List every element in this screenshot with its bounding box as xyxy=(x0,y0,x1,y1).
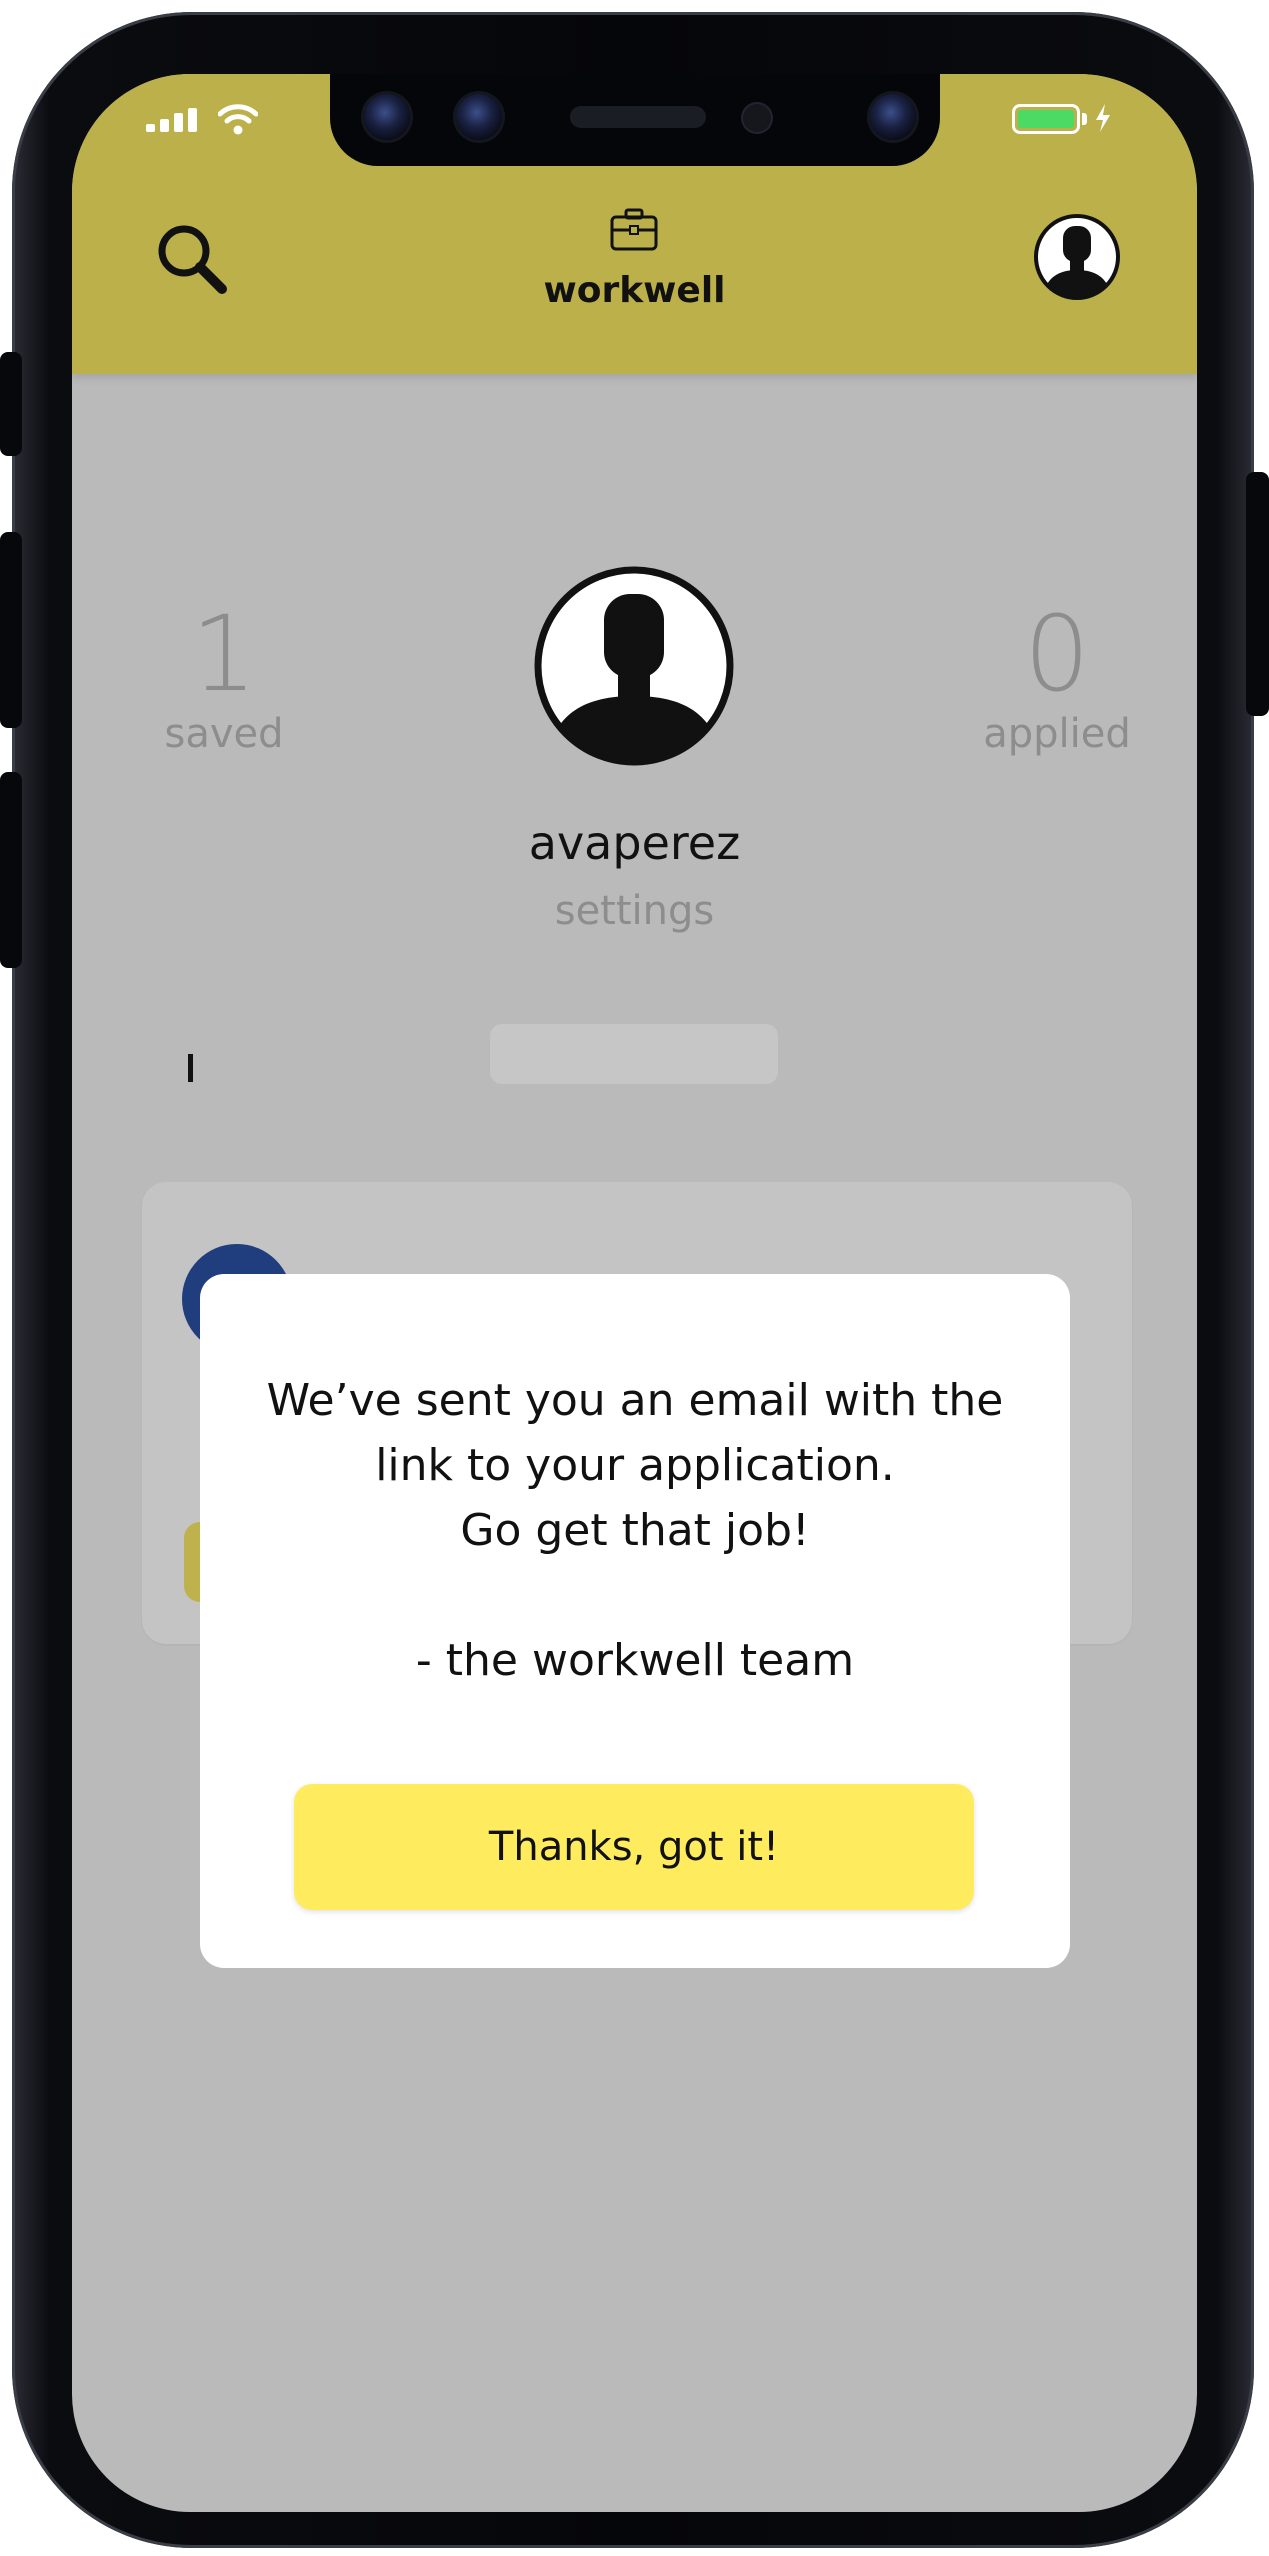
confirmation-dialog: We’ve sent you an email with the link to… xyxy=(200,1274,1070,1968)
tab-indicator xyxy=(188,1054,193,1082)
saved-label: saved xyxy=(164,711,284,757)
briefcase-icon xyxy=(610,208,658,251)
volume-down-button xyxy=(0,772,22,968)
thanks-got-it-button[interactable]: Thanks, got it! xyxy=(294,1784,974,1910)
settings-link[interactable]: settings xyxy=(72,888,1197,934)
phone-screen: workwell 1 saved 0 applied avaperez sett… xyxy=(72,74,1197,2512)
profile-screen: 1 saved 0 applied avaperez settings We’v… xyxy=(72,374,1197,2512)
charging-bolt-icon xyxy=(1096,104,1110,132)
wifi-icon xyxy=(218,104,258,135)
front-camera xyxy=(364,94,410,140)
earpiece-speaker xyxy=(570,106,706,128)
battery-level xyxy=(1018,110,1074,128)
username: avaperez xyxy=(528,816,741,870)
proximity-sensor xyxy=(743,104,771,132)
applied-stat[interactable]: 0 applied xyxy=(927,602,1187,754)
user-avatar-icon[interactable] xyxy=(1032,212,1122,302)
dialog-line: We’ve sent you an email with the xyxy=(266,1375,1004,1426)
device-notch xyxy=(330,74,940,166)
front-camera xyxy=(870,94,916,140)
cellular-signal-icon xyxy=(146,108,197,132)
tab-selector xyxy=(490,1024,778,1084)
mute-switch xyxy=(0,352,22,456)
applied-count: 0 xyxy=(1023,593,1091,715)
dialog-message: We’ve sent you an email with the link to… xyxy=(200,1368,1070,1693)
dialog-signature: - the workwell team xyxy=(415,1635,855,1686)
front-camera xyxy=(456,94,502,140)
volume-up-button xyxy=(0,532,22,728)
brand-name: workwell xyxy=(543,270,726,311)
dialog-line: link to your application. xyxy=(375,1440,895,1491)
profile-avatar xyxy=(534,566,734,766)
battery-tip xyxy=(1082,113,1087,125)
saved-count: 1 xyxy=(190,593,258,715)
applied-label: applied xyxy=(983,711,1131,757)
power-button xyxy=(1246,472,1269,716)
dialog-line: Go get that job! xyxy=(460,1505,810,1556)
saved-stat[interactable]: 1 saved xyxy=(94,602,354,754)
battery-icon xyxy=(1012,104,1080,134)
